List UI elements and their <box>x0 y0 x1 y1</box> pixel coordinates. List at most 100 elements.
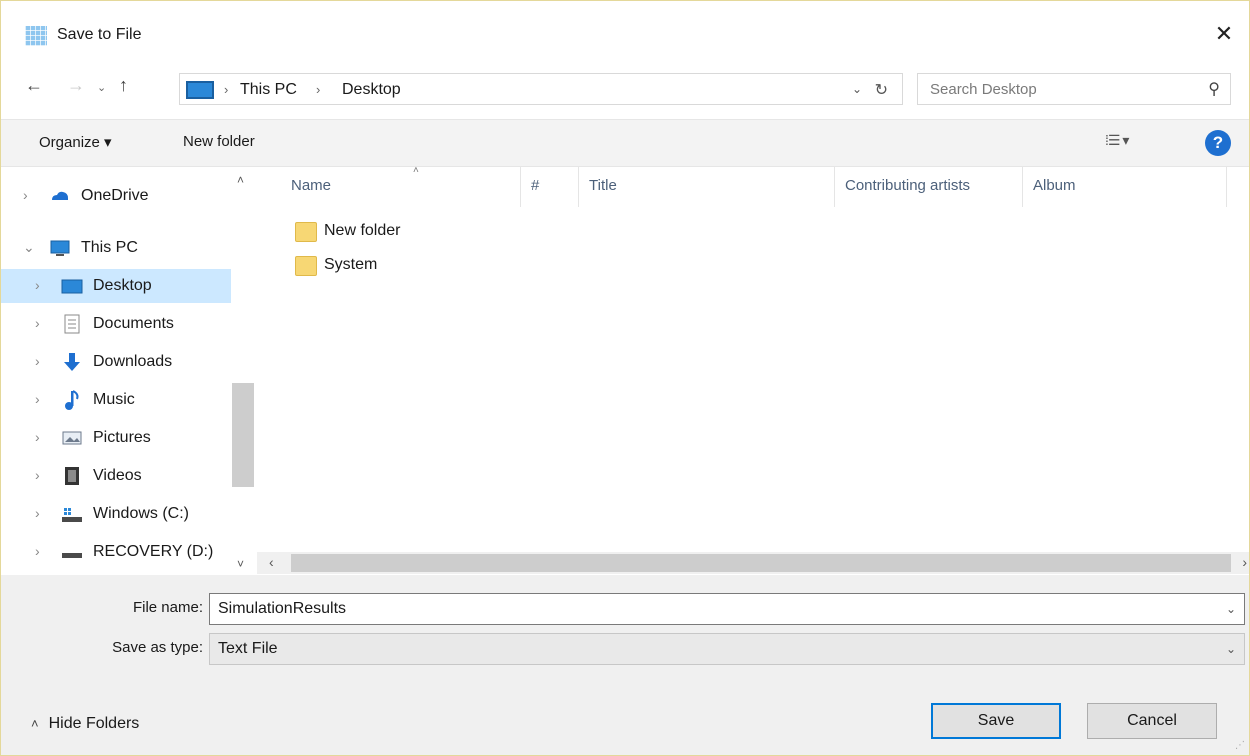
scrollbar-thumb[interactable] <box>232 383 254 487</box>
drive-c-icon <box>62 508 82 522</box>
chevron-right-icon[interactable]: › <box>35 391 40 407</box>
address-bar[interactable]: › This PC › Desktop ⌄ ↻ <box>179 73 903 105</box>
file-list-scrollbar[interactable]: ‹ › <box>257 552 1249 574</box>
tree-item-downloads[interactable]: › Downloads <box>1 345 231 379</box>
save-button[interactable]: Save <box>931 703 1061 739</box>
chevron-right-icon[interactable]: › <box>35 315 40 331</box>
save-type-select[interactable]: Text File ⌄ <box>209 633 1245 665</box>
chevron-right-icon[interactable]: › <box>35 543 40 559</box>
back-button[interactable]: ← <box>25 75 43 96</box>
file-name-field[interactable]: SimulationResults ⌄ <box>209 593 1245 625</box>
view-options-icon[interactable]: ⁞☰ ▾ <box>1105 132 1129 149</box>
pictures-icon <box>62 431 82 445</box>
column-header-contributing-artists[interactable]: Contributing artists <box>835 167 1023 207</box>
chevron-right-icon[interactable]: › <box>35 429 40 445</box>
breadcrumb-this-pc[interactable]: This PC <box>240 81 297 99</box>
tree-label: Documents <box>93 315 174 332</box>
scroll-up-icon[interactable]: ˄ <box>237 173 244 187</box>
this-pc-icon <box>50 240 70 256</box>
breadcrumb-desktop[interactable]: Desktop <box>342 81 401 99</box>
new-folder-button[interactable]: New folder <box>183 133 255 150</box>
chevron-right-icon[interactable]: › <box>35 277 40 293</box>
save-dialog: Save to File ✕ ← → ⌄ ↑ › This PC › Deskt… <box>0 0 1250 756</box>
column-label: Album <box>1033 177 1076 194</box>
chevron-up-icon: ˄ <box>31 716 39 731</box>
scroll-down-icon[interactable]: ˅ <box>237 557 244 571</box>
tree-label: Downloads <box>93 353 173 370</box>
music-icon <box>65 390 79 410</box>
column-header-title[interactable]: Title <box>579 167 835 207</box>
up-button[interactable]: ↑ <box>119 75 128 96</box>
grid-app-icon <box>25 26 47 46</box>
tree-label: OneDrive <box>81 187 149 204</box>
scroll-right-icon[interactable]: › <box>1242 554 1247 570</box>
scroll-left-icon[interactable]: ‹ <box>269 554 274 570</box>
save-type-value: Text File <box>218 640 278 657</box>
hide-folders-label: Hide Folders <box>48 715 140 732</box>
list-item[interactable]: System <box>293 251 533 281</box>
tree-label: Desktop <box>93 277 152 294</box>
tree-item-onedrive[interactable]: › OneDrive <box>1 179 231 213</box>
column-label: # <box>531 177 540 194</box>
list-item[interactable]: New folder <box>293 217 533 247</box>
tree-label: Videos <box>93 467 142 484</box>
tree-label: Music <box>93 391 135 408</box>
tree-item-documents[interactable]: › Documents <box>1 307 231 341</box>
onedrive-icon <box>52 191 68 200</box>
tree-label: RECOVERY (D:) <box>93 543 214 560</box>
videos-icon <box>65 467 79 485</box>
refresh-icon[interactable]: ↻ <box>875 80 888 100</box>
search-icon[interactable]: ⚲ <box>1208 79 1220 99</box>
forward-button[interactable]: → <box>67 75 85 96</box>
chevron-down-icon[interactable]: ⌄ <box>1226 602 1236 616</box>
navigation-bar: ← → ⌄ ↑ › This PC › Desktop ⌄ ↻ Search D… <box>1 67 1249 111</box>
chevron-right-icon[interactable]: › <box>35 505 40 521</box>
drive-d-icon <box>62 553 82 558</box>
tree-item-pictures[interactable]: › Pictures <box>1 421 231 455</box>
tree-label: This PC <box>81 239 138 256</box>
tree-label: Windows (C:) <box>93 505 190 522</box>
recent-locations-button[interactable]: ⌄ <box>97 81 106 94</box>
chevron-right-icon[interactable]: › <box>23 187 28 203</box>
file-list: Name ˄ # Title Contributing artists Albu… <box>257 165 1249 575</box>
nav-pane-scrollbar[interactable]: ˄ ˅ <box>231 167 255 575</box>
column-label: Contributing artists <box>845 177 971 194</box>
tree-item-videos[interactable]: › Videos <box>1 459 231 493</box>
file-name-value[interactable]: SimulationResults <box>218 600 346 618</box>
desktop-icon <box>61 279 83 294</box>
chevron-right-icon[interactable]: › <box>35 353 40 369</box>
hide-folders-button[interactable]: ˄ Hide Folders <box>31 715 139 733</box>
folder-icon <box>295 256 317 276</box>
organize-button[interactable]: Organize ▾ <box>39 133 112 151</box>
search-box[interactable]: Search Desktop ⚲ <box>917 73 1231 105</box>
column-header-album[interactable]: Album <box>1023 167 1227 207</box>
documents-icon <box>64 314 80 334</box>
navigation-pane: › OneDrive ⌄ This PC › Desktop › Documen… <box>1 167 257 575</box>
tree-item-desktop[interactable]: › Desktop <box>1 269 231 303</box>
cancel-button[interactable]: Cancel <box>1087 703 1217 739</box>
file-name: System <box>324 256 378 273</box>
sort-ascending-icon: ˄ <box>413 165 419 176</box>
scrollbar-thumb[interactable] <box>291 554 1231 572</box>
tree-label: Pictures <box>93 429 151 446</box>
search-input[interactable]: Search Desktop <box>930 81 1037 98</box>
tree-item-music[interactable]: › Music <box>1 383 231 417</box>
chevron-down-icon[interactable]: ⌄ <box>1226 642 1236 656</box>
window-title: Save to File <box>57 26 142 43</box>
help-icon[interactable]: ? <box>1205 130 1231 156</box>
resize-grip-icon[interactable]: ⋰ <box>1235 740 1245 751</box>
address-dropdown-icon[interactable]: ⌄ <box>852 82 862 96</box>
tree-item-this-pc[interactable]: ⌄ This PC <box>1 231 231 265</box>
column-header-name[interactable]: Name ˄ <box>281 165 521 207</box>
tree-item-drive-c[interactable]: › Windows (C:) <box>1 497 231 531</box>
chevron-down-icon[interactable]: ⌄ <box>23 239 35 256</box>
save-type-label: Save as type: <box>112 639 203 656</box>
downloads-icon <box>64 353 80 371</box>
column-header-number[interactable]: # <box>521 167 579 207</box>
close-button[interactable]: ✕ <box>1209 19 1239 49</box>
column-label: Title <box>589 177 617 194</box>
tree-item-drive-d[interactable]: › RECOVERY (D:) <box>1 535 231 569</box>
this-pc-icon <box>186 81 214 99</box>
chevron-right-icon[interactable]: › <box>35 467 40 483</box>
folder-icon <box>295 222 317 242</box>
